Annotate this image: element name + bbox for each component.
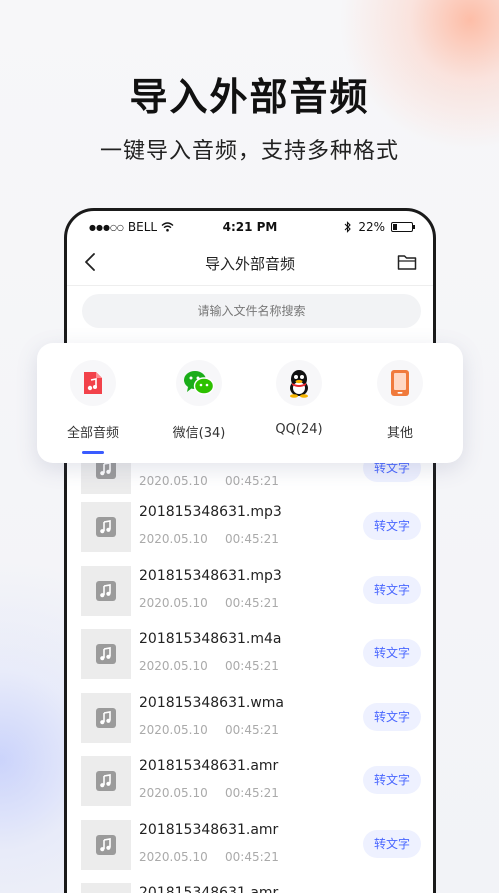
battery-percent: 22% [358, 220, 385, 234]
audio-file-thumbnail [81, 502, 131, 552]
category-wechat[interactable]: 微信(34) [157, 360, 241, 441]
file-name: 201815348631.amr [139, 758, 279, 774]
file-name: 201815348631.mp3 [139, 568, 282, 584]
phone-icon [391, 370, 409, 396]
convert-to-text-button[interactable]: 转文字 [363, 703, 421, 731]
nav-bar: 导入外部音频 [67, 247, 433, 281]
file-name: 201815348631.amr [139, 885, 279, 893]
file-date: 2020.05.10 [139, 659, 208, 673]
music-note-icon [96, 835, 116, 855]
music-note-icon [96, 771, 116, 791]
file-name: 201815348631.m4a [139, 631, 282, 647]
file-list-item[interactable]: 201815348631.amr [81, 883, 421, 893]
file-date: 2020.05.10 [139, 723, 208, 737]
convert-to-text-button[interactable]: 转文字 [363, 830, 421, 858]
file-list-item[interactable]: 201815348631.mp3 2020.05.10 00:45:21 转文字 [81, 502, 421, 554]
nav-title: 导入外部音频 [204, 255, 295, 273]
audio-file-thumbnail [81, 629, 131, 679]
search-placeholder: 请输入文件名称搜索 [197, 304, 306, 318]
file-duration: 00:45:21 [225, 659, 279, 673]
audio-file-thumbnail [81, 693, 131, 743]
file-duration: 00:45:21 [225, 474, 279, 488]
file-duration: 00:45:21 [225, 723, 279, 737]
wechat-icon [184, 371, 215, 395]
file-list-item[interactable]: 201815348631.amr 2020.05.10 00:45:21 转文字 [81, 756, 421, 808]
page-subheadline: 一键导入音频，支持多种格式 [99, 139, 399, 164]
page-headline: 导入外部音频 [129, 75, 370, 119]
file-duration: 00:45:21 [225, 786, 279, 800]
convert-to-text-button[interactable]: 转文字 [363, 766, 421, 794]
category-qq[interactable]: QQ(24) [257, 360, 341, 437]
file-duration: 00:45:21 [225, 532, 279, 546]
category-other[interactable]: 其他 [358, 360, 442, 441]
category-label: 全部音频 [66, 426, 119, 441]
audio-file-thumbnail [81, 820, 131, 870]
convert-to-text-button[interactable]: 转文字 [363, 639, 421, 667]
category-label: QQ(24) [275, 422, 323, 437]
nav-divider [67, 285, 433, 286]
file-list-item[interactable]: 201815348631.wma 2020.05.10 00:45:21 转文字 [81, 693, 421, 745]
category-label: 其他 [386, 426, 413, 441]
music-note-icon [96, 708, 116, 728]
bluetooth-icon [344, 221, 352, 233]
file-duration: 00:45:21 [225, 850, 279, 864]
file-list-item[interactable]: 201815348631.amr 2020.05.10 00:45:21 转文字 [81, 820, 421, 872]
audio-file-thumbnail [81, 566, 131, 616]
status-bar: ●●●○○ BELL 4:21 PM 22% [67, 211, 433, 241]
file-name: 201815348631.amr [139, 822, 279, 838]
file-list-item[interactable]: 201815348631.m4a 2020.05.10 00:45:21 转文字 [81, 629, 421, 681]
audio-file-thumbnail [81, 883, 131, 893]
convert-to-text-button[interactable]: 转文字 [363, 576, 421, 604]
music-note-icon [96, 581, 116, 601]
convert-to-text-button[interactable]: 转文字 [363, 512, 421, 540]
qq-penguin-icon [290, 370, 308, 398]
category-all-audio[interactable]: 全部音频 [51, 360, 135, 454]
music-file-icon [84, 372, 102, 394]
file-name: 201815348631.mp3 [139, 504, 282, 520]
music-note-icon [96, 517, 116, 537]
category-card: 全部音频 微信(34) QQ(24) 其他 [37, 343, 463, 463]
file-date: 2020.05.10 [139, 850, 208, 864]
file-list-item[interactable]: 201815348631.mp3 2020.05.10 00:45:21 转文字 [81, 566, 421, 618]
folder-icon[interactable] [397, 253, 417, 271]
file-date: 2020.05.10 [139, 532, 208, 546]
file-name: 201815348631.wma [139, 695, 285, 711]
search-input[interactable]: 请输入文件名称搜索 [82, 294, 421, 328]
battery-fill [393, 224, 397, 230]
file-duration: 00:45:21 [225, 596, 279, 610]
music-note-icon [96, 644, 116, 664]
category-label: 微信(34) [172, 426, 226, 441]
file-date: 2020.05.10 [139, 596, 208, 610]
phone-frame: ●●●○○ BELL 4:21 PM 22% 导入外部音频 请输入文件名称搜索 … [64, 208, 436, 893]
audio-file-thumbnail [81, 756, 131, 806]
category-selected-indicator [82, 451, 104, 454]
file-date: 2020.05.10 [139, 786, 208, 800]
file-date: 2020.05.10 [139, 474, 208, 488]
battery-icon [391, 222, 415, 232]
